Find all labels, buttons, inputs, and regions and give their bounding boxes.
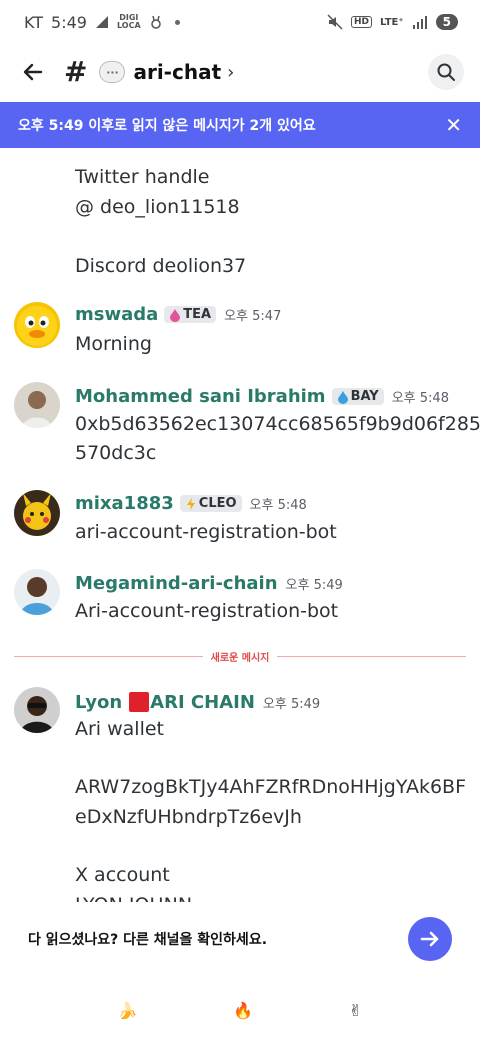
username[interactable]: Mohammed sani Ibrahim <box>75 386 326 407</box>
banana-icon[interactable]: 🍌 <box>118 1001 138 1020</box>
message-line: eDxNzfUHbndrpTz6evJh <box>75 806 302 828</box>
timestamp: 오후 5:48 <box>391 391 449 406</box>
search-icon <box>437 63 455 81</box>
message-line: Ari-account-registration-bot <box>75 600 339 622</box>
username[interactable]: Megamind-ari-chain <box>75 573 278 594</box>
message-line: Discord deolion37 <box>75 255 247 277</box>
channel-header: # ··· ari-chat › <box>0 44 480 100</box>
cell-signal-icon <box>412 16 427 29</box>
speech-bubble-icon: ··· <box>99 61 126 83</box>
message-line: 570dc3c <box>75 442 157 464</box>
mute-icon <box>327 14 343 30</box>
message-line: @ deo_lion11518 <box>75 196 240 218</box>
lte-icon: LTE⁺ <box>379 16 404 28</box>
fire-icon[interactable]: 🔥 <box>233 1001 253 1020</box>
new-messages-divider: 새로운 메시지 <box>14 648 466 664</box>
read-all-text: 다 읽으셨나요? 다른 채널을 확인하세요. <box>28 932 268 948</box>
red-square-icon <box>129 692 150 712</box>
role-tag: BAY <box>331 388 384 405</box>
search-button[interactable] <box>428 54 464 90</box>
drop-icon <box>337 390 348 404</box>
message-line: X account <box>75 864 170 886</box>
drop-icon <box>170 308 181 322</box>
message-line: 0xb5d63562ec13074cc68565f9b9d06f285 <box>75 413 480 435</box>
timestamp: 오후 5:48 <box>249 498 307 513</box>
message-list[interactable]: Twitter handle @ deo_lion11518 Discord d… <box>0 148 480 902</box>
username[interactable]: Lyon <box>75 692 122 713</box>
lightning-icon <box>186 497 195 510</box>
status-bar: KT 5:49 DIGI LOCA HD LTE⁺ 5 <box>0 0 480 44</box>
rabbit-icon <box>150 15 161 29</box>
avatar[interactable] <box>14 382 60 428</box>
signal-icon <box>95 16 108 28</box>
clock: 5:49 <box>51 12 87 32</box>
next-channel-button[interactable] <box>408 917 452 961</box>
chevron-right-icon[interactable]: › <box>227 62 234 83</box>
message-line: LYON JOHNN <box>75 891 192 902</box>
hd-voice-icon: HD <box>350 16 372 28</box>
avatar[interactable] <box>14 302 60 348</box>
avatar[interactable] <box>14 687 60 733</box>
back-arrow-icon[interactable] <box>20 59 46 85</box>
channel-title[interactable]: ari-chat <box>133 60 221 84</box>
username[interactable]: mixa1883 <box>75 493 174 514</box>
username-suffix: ARI CHAIN <box>150 691 255 713</box>
arrow-right-icon <box>420 931 439 947</box>
quick-reaction-bar: 🍌 🔥 ✌ <box>0 990 480 1030</box>
read-all-bar: 다 읽으셨나요? 다른 채널을 확인하세요. <box>0 902 480 976</box>
hash-icon: # <box>64 55 88 88</box>
message-line: Morning <box>75 333 152 355</box>
timestamp: 오후 5:49 <box>285 578 343 593</box>
message-line: ARW7zogBkTJy4AhFZRfRDnoHHjgYAk6BF <box>75 776 467 798</box>
username[interactable]: mswada <box>75 304 158 325</box>
carrier-label: KT <box>24 12 44 32</box>
notification-dot-icon <box>174 19 180 25</box>
new-messages-label: 새로운 메시지 <box>210 652 270 664</box>
message-line: Ari wallet <box>75 718 165 740</box>
role-tag: CLEO <box>179 495 242 512</box>
avatar[interactable] <box>14 490 60 536</box>
timestamp: 오후 5:47 <box>224 309 282 324</box>
battery-icon: 5 <box>435 14 458 30</box>
avatar[interactable] <box>14 569 60 615</box>
role-tag: TEA <box>164 306 217 323</box>
message-line: Twitter handle <box>75 166 210 188</box>
digi-loca-label: DIGI LOCA <box>116 13 141 30</box>
peace-hand-icon[interactable]: ✌ <box>349 1001 362 1020</box>
message-line: ari-account-registration-bot <box>75 521 337 543</box>
unread-banner-text: 오후 5:49 이후로 읽지 않은 메시지가 2개 있어요 <box>18 118 316 134</box>
timestamp: 오후 5:49 <box>262 696 321 712</box>
close-icon[interactable]: ✕ <box>445 113 462 137</box>
unread-banner[interactable]: 오후 5:49 이후로 읽지 않은 메시지가 2개 있어요 ✕ <box>0 102 480 148</box>
